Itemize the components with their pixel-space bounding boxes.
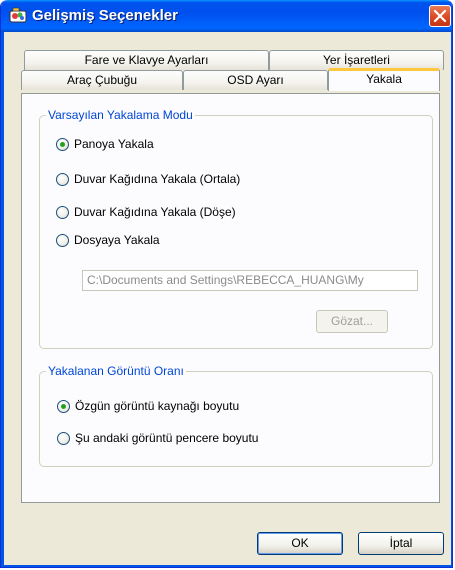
window-title: Gelişmiş Seçenekler: [32, 7, 178, 24]
radio-wallpaper-center[interactable]: Duvar Kağıdına Yakala (Ortala): [56, 171, 316, 189]
tab-toolbar[interactable]: Araç Çubuğu: [21, 70, 183, 90]
radio-file[interactable]: Dosyaya Yakala: [56, 232, 276, 250]
tab-label: OSD Ayarı: [227, 73, 284, 87]
radio-label: Duvar Kağıdına Yakala (Döşe): [74, 205, 236, 219]
capture-tab-panel: Varsayılan Yakalama Modu Panoya Yakala D…: [21, 93, 440, 503]
radio-clipboard[interactable]: Panoya Yakala: [56, 136, 276, 154]
radio-button[interactable]: [57, 432, 70, 445]
ratio-group: [39, 371, 433, 467]
title-bar[interactable]: Gelişmiş Seçenekler: [1, 0, 452, 32]
radio-original-size[interactable]: Özgün görüntü kaynağı boyutu: [57, 398, 317, 416]
radio-button[interactable]: [56, 206, 69, 219]
radio-label: Dosyaya Yakala: [74, 233, 160, 247]
tab-osd[interactable]: OSD Ayarı: [183, 70, 328, 90]
radio-wallpaper-tile[interactable]: Duvar Kağıdına Yakala (Döşe): [56, 204, 316, 222]
ratio-legend: Yakalanan Görüntü Oranı: [46, 364, 186, 378]
radio-button[interactable]: [56, 173, 69, 186]
close-icon: [433, 9, 447, 23]
tab-bookmarks[interactable]: Yer İşaretleri: [269, 50, 444, 70]
radio-current-window-size[interactable]: Şu andaki görüntü pencere boyutu: [57, 430, 337, 448]
tab-label: Fare ve Klavye Ayarları: [84, 53, 209, 67]
radio-button[interactable]: [56, 138, 69, 151]
radio-button[interactable]: [57, 400, 70, 413]
tab-capture[interactable]: Yakala: [328, 68, 440, 91]
close-button[interactable]: [429, 5, 451, 27]
tab-label: Araç Çubuğu: [66, 73, 138, 87]
radio-label: Panoya Yakala: [74, 137, 154, 151]
cancel-button[interactable]: İptal: [358, 532, 444, 555]
tab-mouse-keyboard[interactable]: Fare ve Klavye Ayarları: [24, 50, 269, 70]
tab-label: Yakala: [366, 72, 402, 86]
ok-button[interactable]: OK: [257, 532, 343, 555]
dialog-window: Gelişmiş Seçenekler Fare ve Klavye Ayarl…: [0, 0, 453, 568]
radio-label: Şu andaki görüntü pencere boyutu: [75, 431, 259, 445]
radio-label: Özgün görüntü kaynağı boyutu: [75, 399, 240, 413]
browse-button[interactable]: Gözat...: [316, 310, 388, 333]
app-icon: [9, 7, 27, 25]
radio-label: Duvar Kağıdına Yakala (Ortala): [74, 172, 241, 186]
radio-dot: [60, 142, 65, 147]
radio-button[interactable]: [56, 234, 69, 247]
file-path-input[interactable]: C:\Documents and Settings\REBECCA_HUANG\…: [82, 270, 418, 291]
capture-mode-legend: Varsayılan Yakalama Modu: [46, 108, 195, 122]
radio-dot: [61, 404, 66, 409]
tab-label: Yer İşaretleri: [323, 53, 390, 67]
